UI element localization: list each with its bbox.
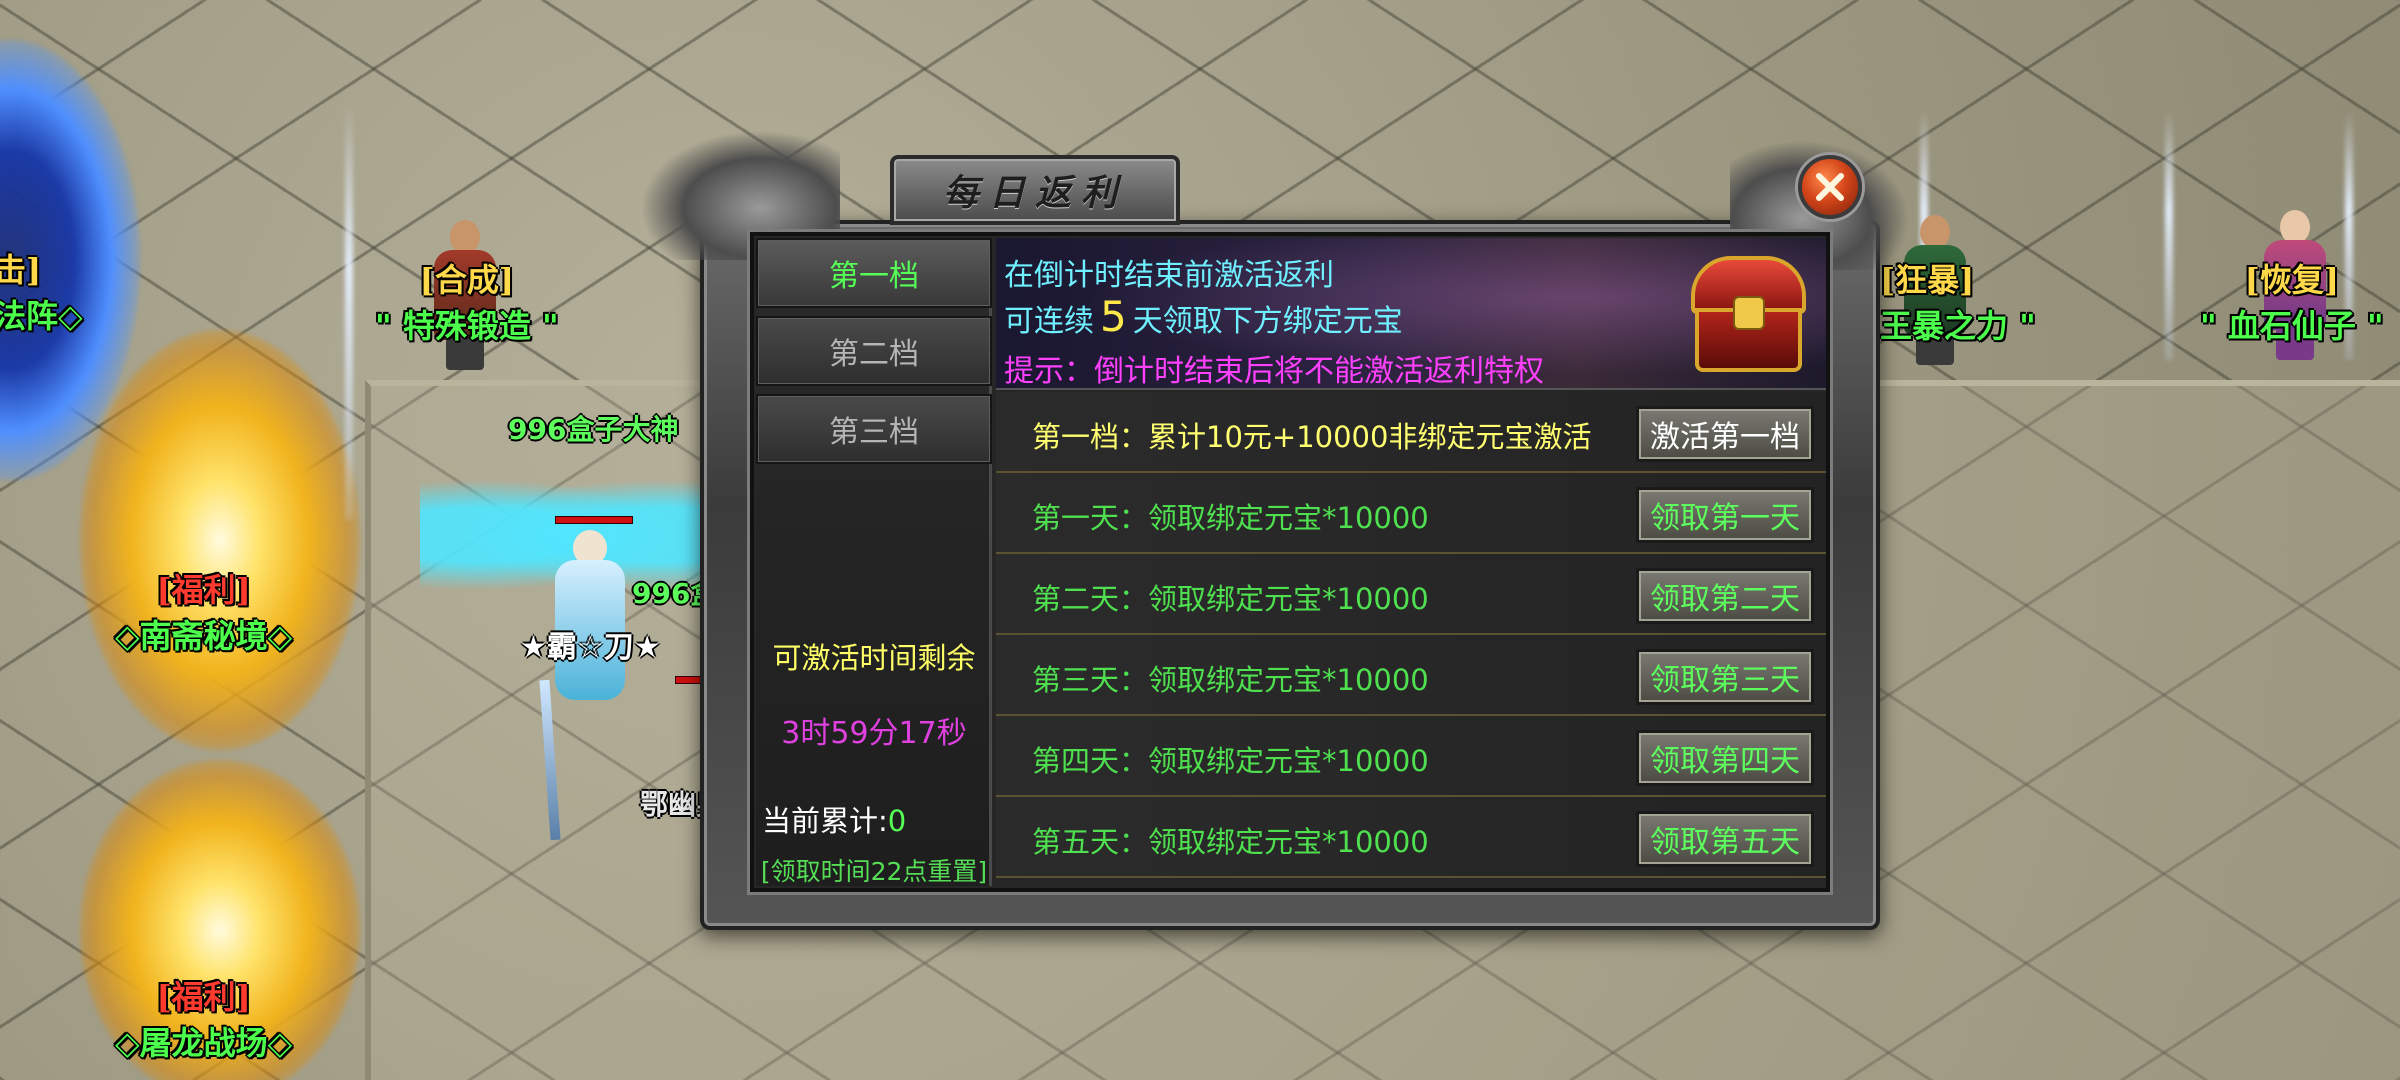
guild-name-top: 996盒子大神 [508,413,679,446]
reward-description: 第五天：领取绑定元宝*10000 [1032,825,1429,859]
dialog-title: 每日返利 [942,172,1127,214]
close-button[interactable] [1798,155,1862,219]
npc-tag-welfare-2: [福利] ◇屠龙战场◇ [115,978,293,1062]
accumulated-value: 0 [887,804,907,838]
player-name: ★霸☆刀★ [520,630,661,665]
npc-tag-welfare-1: [福利] ◇南斋秘境◇ [115,571,293,655]
banner-line-1: 在倒计时结束前激活返利 [1004,258,1334,293]
player-hp-bar [555,516,633,524]
light-beam [2165,110,2173,360]
countdown-timer: 3时59分17秒 [781,716,967,751]
daily-rebate-dialog: 每日返利 第一档 第二档 第三档 可激活时间剩余 3时59分17秒 当前累计:0… [640,130,1910,930]
banner-line-2-prefix: 可连续 [1004,304,1094,339]
activate-row: 第一档：累计10元+10000非绑定元宝激活 激活第一档 [996,392,1826,473]
rebate-banner: 在倒计时结束前激活返利 可连续 5 天领取下方绑定元宝 提示：倒计时结束后将不能激活… [996,238,1826,390]
activate-tier-1-button[interactable]: 激活第一档 [1636,406,1814,462]
claim-day-1-button[interactable]: 领取第一天 [1636,487,1814,543]
banner-line-2-suffix: 天领取下方绑定元宝 [1132,304,1403,339]
tier-sidebar: 第一档 第二档 第三档 [756,238,992,886]
reset-time-note: [领取时间22点重置] [760,857,988,886]
claim-day-3-button[interactable]: 领取第三天 [1636,649,1814,705]
banner-warning: 提示：倒计时结束后将不能激活返利特权 [1004,354,1544,389]
tab-tier-3[interactable]: 第三档 [756,394,992,464]
reward-description: 第四天：领取绑定元宝*10000 [1032,744,1429,778]
light-beam [345,100,353,520]
accumulated-label: 当前累计: [762,804,888,838]
close-icon [1816,173,1844,201]
activate-description: 第一档：累计10元+10000非绑定元宝激活 [1032,420,1592,454]
reward-row-day-1: 第一天：领取绑定元宝*10000 领取第一天 [996,473,1826,554]
npc-tag-synthesis: [合成] " 特殊锻造 " [375,261,559,345]
reward-list: 第一档：累计10元+10000非绑定元宝激活 激活第一档 第一天：领取绑定元宝*… [996,392,1826,878]
banner-line-2: 可连续 5 天领取下方绑定元宝 [1004,292,1403,341]
tab-tier-2[interactable]: 第二档 [756,316,992,386]
reward-description: 第二天：领取绑定元宝*10000 [1032,582,1429,616]
banner-days-count: 5 [1100,292,1127,341]
remaining-time-label: 可激活时间剩余 [772,641,976,675]
accumulated-amount: 当前累计:0 [762,798,906,840]
reward-description: 第一天：领取绑定元宝*10000 [1032,501,1429,535]
treasure-chest-icon [1691,256,1806,374]
reward-row-day-4: 第四天：领取绑定元宝*10000 领取第四天 [996,716,1826,797]
tab-tier-1[interactable]: 第一档 [756,238,992,308]
reward-row-day-5: 第五天：领取绑定元宝*10000 领取第五天 [996,797,1826,878]
reward-row-day-2: 第二天：领取绑定元宝*10000 领取第二天 [996,554,1826,635]
teleport-portal-gold-1[interactable] [80,330,360,750]
claim-day-4-button[interactable]: 领取第四天 [1636,730,1814,786]
npc-tag-recovery: [恢复] " 血石仙子 " [2200,261,2384,345]
reward-description: 第三天：领取绑定元宝*10000 [1032,663,1429,697]
claim-day-5-button[interactable]: 领取第五天 [1636,811,1814,867]
dialog-title-plate: 每日返利 [890,155,1180,225]
npc-tag-array: 击] 法阵◇ [0,251,83,335]
claim-day-2-button[interactable]: 领取第二天 [1636,568,1814,624]
reward-row-day-3: 第三天：领取绑定元宝*10000 领取第三天 [996,635,1826,716]
